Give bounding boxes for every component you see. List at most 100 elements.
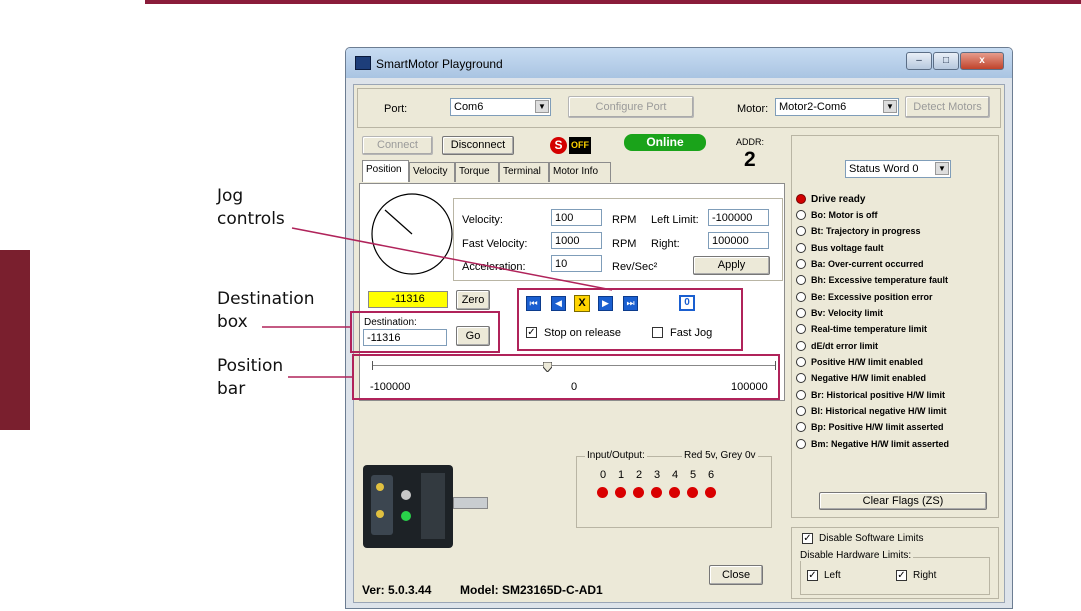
status-indicator [796,439,806,449]
right-limit-label: Right: [651,238,680,250]
status-indicator [796,210,806,220]
disconnect-button[interactable]: Disconnect [442,136,514,155]
close-window-button[interactable]: x [960,52,1004,70]
callout-position-line1: Position [217,356,284,376]
tab-position[interactable]: Position [362,160,409,182]
status-item: Be: Excessive position error [811,292,933,302]
io-label: Input/Output: [585,450,647,461]
fast-velocity-label: Fast Velocity: [462,238,528,250]
status-indicator [796,308,806,318]
status-indicator [796,275,806,285]
io-channel-1: 1 [618,469,625,481]
addr-value: 2 [744,148,756,171]
status-indicator [796,341,806,351]
acceleration-field[interactable]: 10 [551,255,602,272]
destination-highlight [350,311,500,353]
apply-button[interactable]: Apply [693,256,770,275]
disable-software-limits-checkbox[interactable]: ✓ [802,533,813,544]
velocity-field[interactable]: 100 [551,209,602,226]
tab-torque[interactable]: Torque [455,162,499,182]
motor-status-led-grey [401,490,411,500]
addr-label: ADDR: [736,137,765,147]
status-indicator [796,357,806,367]
current-position-readout: -11316 [368,291,448,308]
port-label: Port: [384,103,408,115]
hardware-right-label: Right [913,570,937,581]
status-item: Negative H/W limit enabled [811,373,927,383]
hardware-left-label: Left [824,570,841,581]
connect-button[interactable]: Connect [362,136,433,155]
status-indicator [796,226,806,236]
chevron-down-icon[interactable]: ▼ [535,100,549,113]
hardware-left-checkbox[interactable]: ✓ [807,570,818,581]
status-indicator [796,422,806,432]
io-led-0 [597,487,608,498]
callout-position-bar: Position bar [217,355,283,401]
status-item: Bt: Trajectory in progress [811,226,921,236]
callout-jog-line2: controls [217,209,285,229]
zero-button[interactable]: Zero [456,290,490,310]
callout-destination-box: Destination box [217,288,315,334]
io-led-1 [615,487,626,498]
chevron-down-icon[interactable]: ▼ [935,162,949,175]
app-icon [355,56,371,70]
version-label: Ver: 5.0.3.44 [362,583,432,597]
status-item: Bm: Negative H/W limit asserted [811,439,950,449]
acceleration-label: Acceleration: [462,261,526,273]
minimize-button[interactable]: – [906,52,932,70]
motor-select[interactable]: Motor2-Com6 ▼ [775,98,899,116]
off-badge: OFF [569,137,591,154]
maximize-button[interactable]: □ [933,52,959,70]
tab-terminal[interactable]: Terminal [499,162,549,182]
motor-label-plate [421,473,445,539]
status-item: Drive ready [811,194,866,205]
io-led-6 [705,487,716,498]
online-indicator: Online [624,134,706,151]
detect-motors-button[interactable]: Detect Motors [905,96,990,118]
io-channel-5: 5 [690,469,697,481]
status-word-value: Status Word 0 [849,163,919,175]
left-limit-label: Left Limit: [651,214,699,226]
status-item: dE/dt error limit [811,341,879,351]
velocity-unit: RPM [612,214,637,226]
close-button[interactable]: Close [709,565,763,585]
status-item: Bo: Motor is off [811,210,878,220]
io-led-4 [669,487,680,498]
io-led-3 [651,487,662,498]
side-tab [0,250,30,430]
tab-velocity[interactable]: Velocity [409,162,455,182]
status-indicator [796,390,806,400]
status-indicator [796,259,806,269]
status-item: Br: Historical positive H/W limit [811,390,946,400]
port-value: Com6 [454,101,484,113]
status-item: Bus voltage fault [811,243,884,253]
callout-destination-line2: box [217,312,248,332]
left-limit-field[interactable]: -100000 [708,209,769,226]
port-select[interactable]: Com6 ▼ [450,98,551,116]
clear-flags-button[interactable]: Clear Flags (ZS) [819,492,987,510]
hardware-right-checkbox[interactable]: ✓ [896,570,907,581]
configure-port-button[interactable]: Configure Port [568,96,694,118]
fast-velocity-field[interactable]: 1000 [551,232,602,249]
status-item: Bp: Positive H/W limit asserted [811,422,944,432]
status-item: Bl: Historical negative H/W limit [811,406,947,416]
status-item: Positive H/W limit enabled [811,357,924,367]
title-bar[interactable]: SmartMotor Playground – □ x [346,48,1012,78]
io-channel-2: 2 [636,469,643,481]
io-led-5 [687,487,698,498]
callout-jog-controls: Jog controls [217,185,285,231]
tab-motor-info[interactable]: Motor Info [549,162,611,182]
io-channel-3: 3 [654,469,661,481]
status-word-select[interactable]: Status Word 0 ▼ [845,160,951,178]
motor-pin [376,510,384,518]
position-dial [371,193,453,275]
status-item: Bh: Excessive temperature fault [811,275,949,285]
status-item: Bv: Velocity limit [811,308,884,318]
right-limit-field[interactable]: 100000 [708,232,769,249]
motor-shaft [453,497,488,509]
io-led-2 [633,487,644,498]
io-legend: Red 5v, Grey 0v [682,450,758,461]
status-indicator [796,324,806,334]
jog-controls-highlight [517,288,743,351]
chevron-down-icon[interactable]: ▼ [883,100,897,113]
